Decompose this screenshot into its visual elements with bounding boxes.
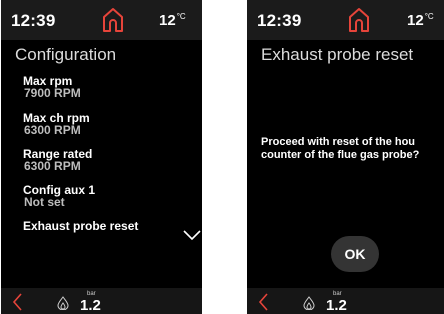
flame-icon — [303, 296, 315, 310]
menu-item-label: Exhaust probe reset — [23, 219, 139, 233]
home-button[interactable] — [347, 6, 371, 32]
ok-button[interactable]: OK — [331, 236, 379, 272]
back-button[interactable] — [11, 292, 23, 312]
status-bar: 12:39 12°C — [1, 0, 202, 40]
back-button[interactable] — [257, 292, 269, 312]
scroll-down-button[interactable] — [183, 228, 202, 242]
status-bar: 12:39 12°C — [247, 0, 444, 40]
confirmation-line: Proceed with reset of the hou — [261, 136, 416, 148]
temperature-unit: °C — [424, 12, 434, 21]
home-icon — [349, 8, 369, 32]
temperature-unit: °C — [176, 12, 186, 21]
pressure-value: 1.2 — [80, 297, 101, 314]
home-icon — [103, 8, 123, 32]
confirmation-message: Proceed with reset of the hou counter of… — [261, 136, 419, 162]
bottom-bar: bar 1.2 — [247, 288, 444, 314]
menu-item-max-rpm[interactable]: Max rpm 7900 RPM — [23, 75, 81, 99]
clock: 12:39 — [257, 11, 302, 30]
outdoor-temperature: 12°C — [159, 12, 186, 29]
menu-item-config-aux-1[interactable]: Config aux 1 Not set — [23, 184, 95, 208]
chevron-left-icon — [12, 293, 22, 311]
menu-item-value: 6300 RPM — [24, 159, 81, 173]
menu-item-exhaust-probe-reset[interactable]: Exhaust probe reset — [23, 220, 138, 232]
home-button[interactable] — [101, 6, 125, 32]
menu-item-value: 7900 RPM — [24, 86, 81, 100]
confirmation-line: counter of the flue gas probe? — [261, 149, 420, 161]
menu-item-value: 6300 RPM — [24, 123, 81, 137]
chevron-down-icon — [183, 230, 201, 241]
clock: 12:39 — [11, 11, 56, 30]
menu-item-value: Not set — [24, 195, 65, 209]
configuration-screen: 12:39 12°C Configuration Max rpm 7900 RP… — [1, 0, 202, 314]
exhaust-probe-reset-screen: 12:39 12°C Exhaust probe reset Proceed w… — [247, 0, 444, 314]
bottom-bar: bar 1.2 — [1, 288, 202, 314]
flame-icon — [57, 296, 69, 310]
outdoor-temperature: 12°C — [407, 12, 434, 29]
chevron-left-icon — [258, 293, 268, 311]
page-title: Configuration — [15, 45, 117, 64]
menu-item-max-ch-rpm[interactable]: Max ch rpm 6300 RPM — [23, 112, 90, 136]
page-title: Exhaust probe reset — [261, 45, 414, 64]
temperature-value: 12 — [159, 12, 176, 29]
temperature-value: 12 — [407, 12, 424, 29]
pressure-value: 1.2 — [326, 297, 347, 314]
menu-item-range-rated[interactable]: Range rated 6300 RPM — [23, 148, 92, 172]
